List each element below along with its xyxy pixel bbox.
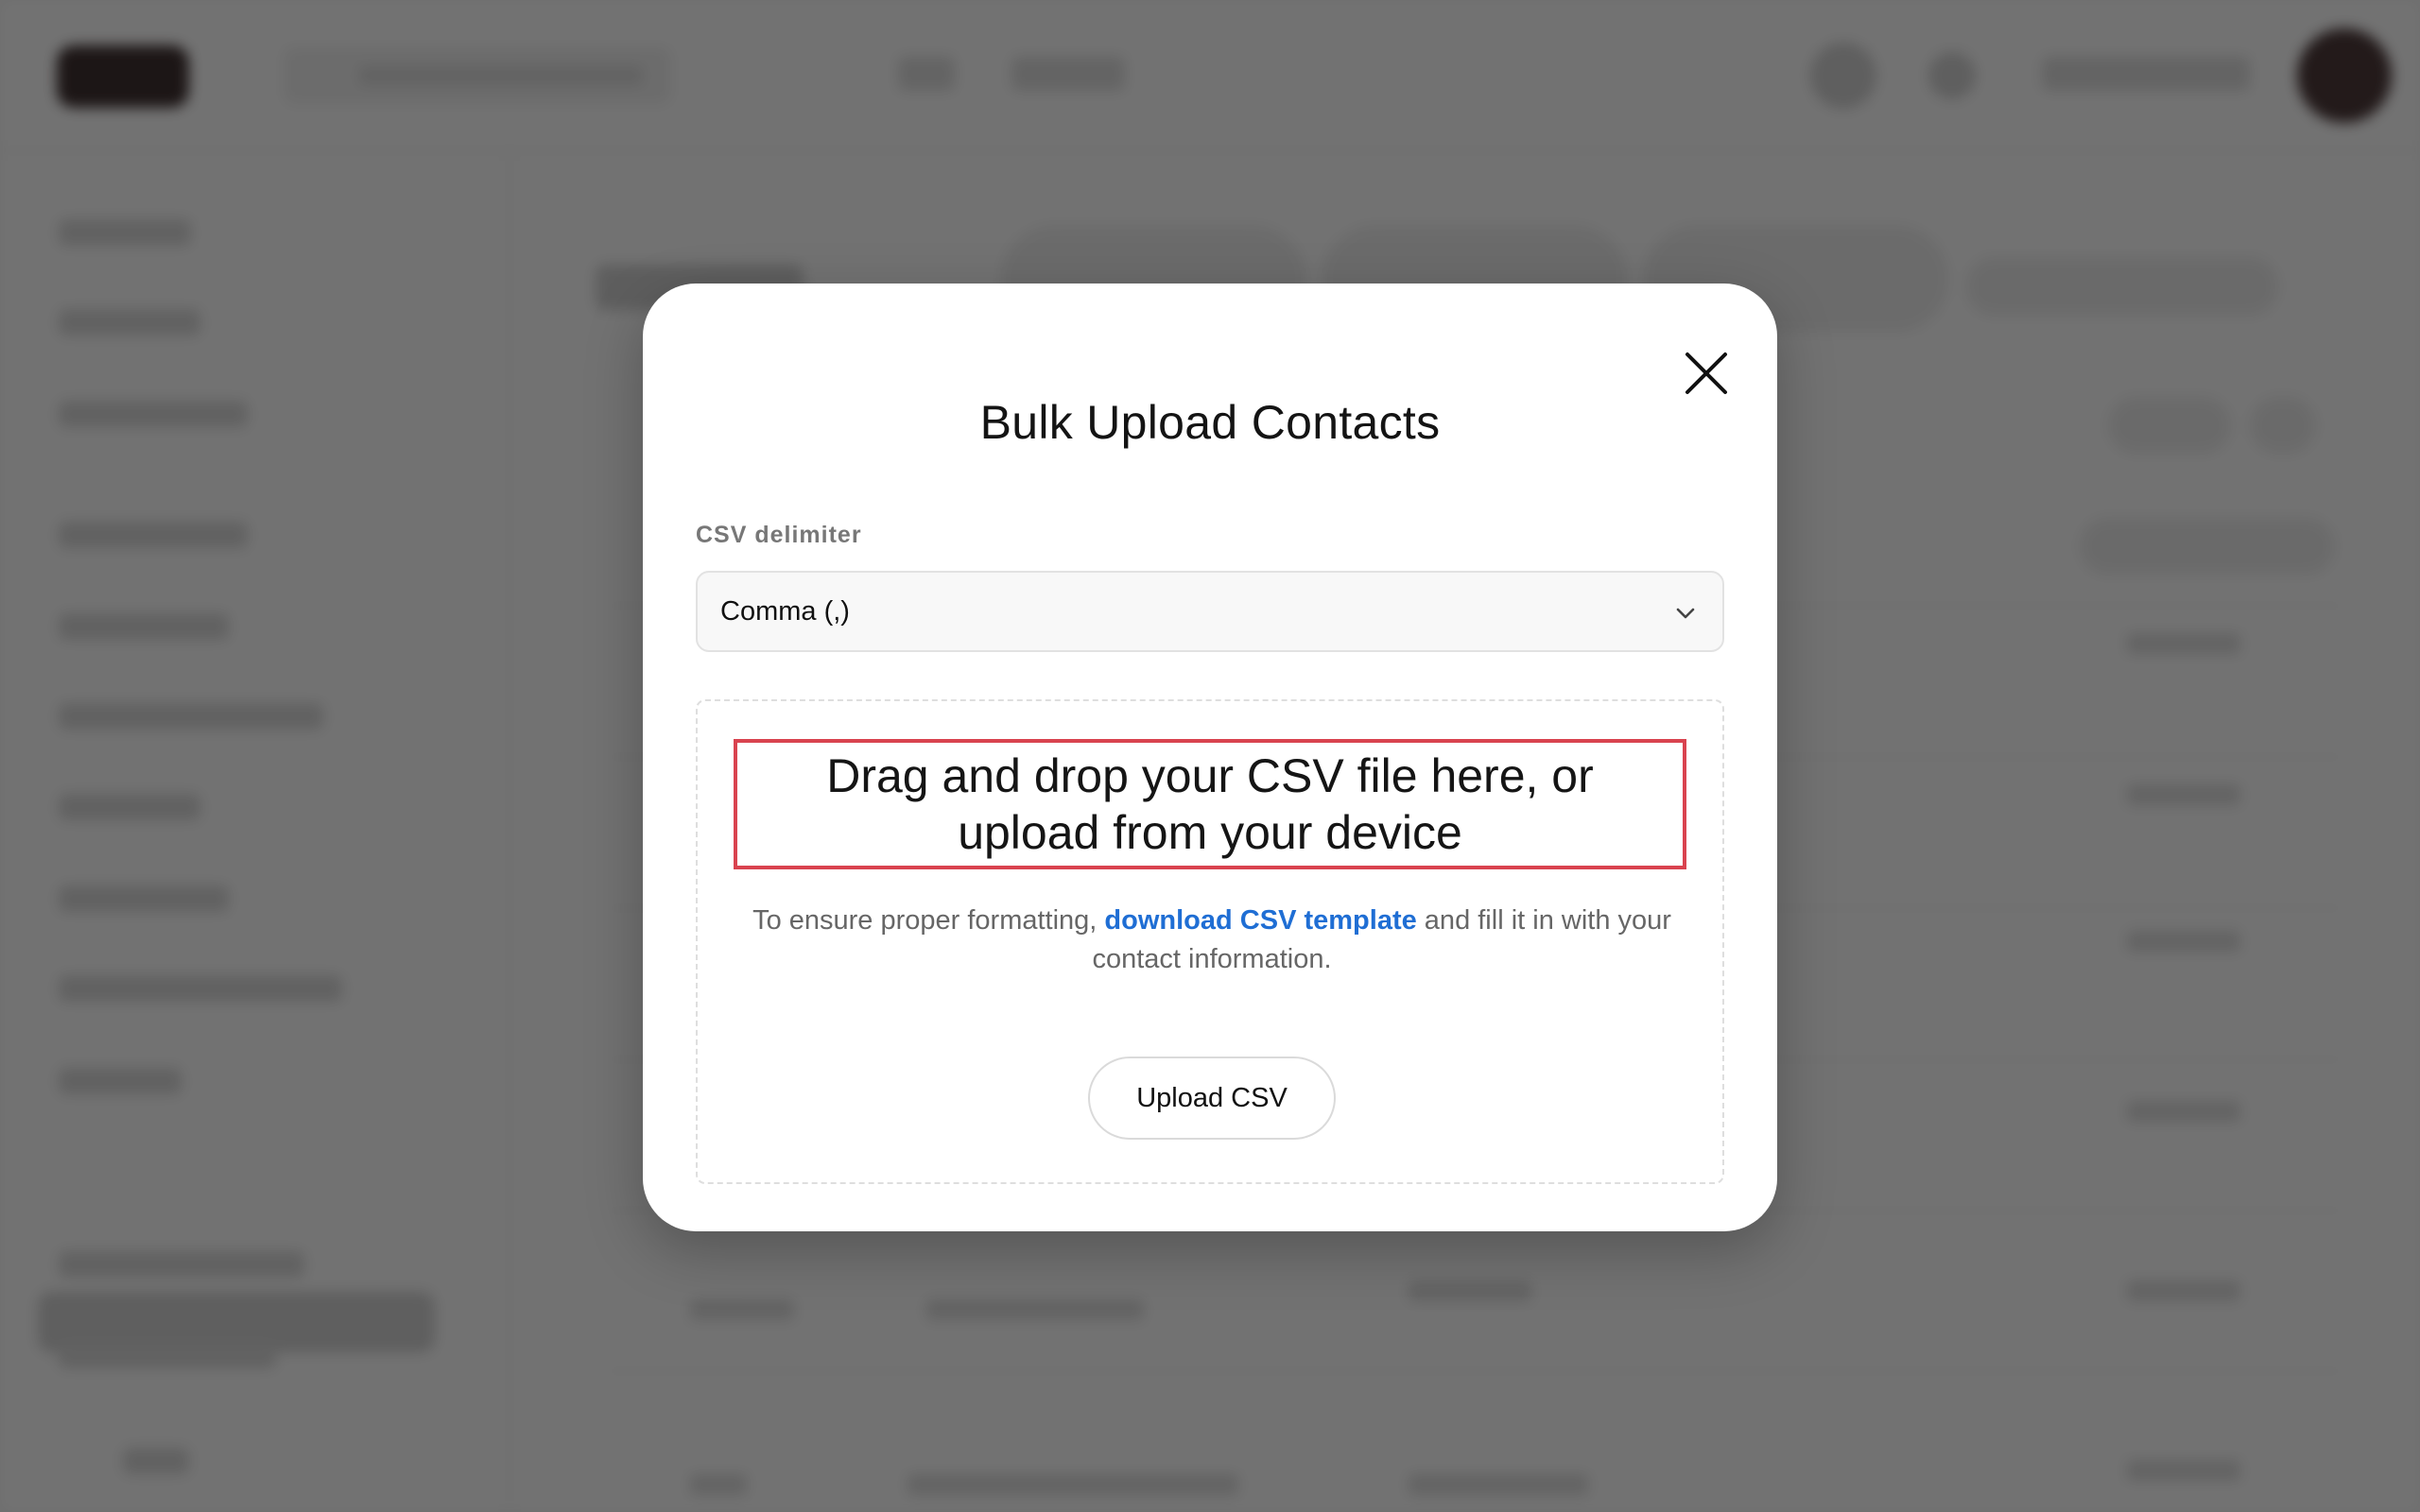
download-template-link[interactable]: download CSV template: [1104, 905, 1416, 936]
bulk-upload-modal: Bulk Upload Contacts CSV delimiter Comma…: [643, 284, 1777, 1231]
delimiter-selected-value: Comma (,): [720, 595, 850, 627]
chevron-down-icon: [1676, 608, 1695, 619]
dropzone-helper-text: To ensure proper formatting, download CS…: [735, 902, 1688, 979]
csv-dropzone[interactable]: Drag and drop your CSV file here, or upl…: [696, 699, 1724, 1184]
modal-title: Bulk Upload Contacts: [979, 396, 1441, 449]
close-icon: [1685, 352, 1727, 394]
upload-csv-button[interactable]: Upload CSV: [1088, 1057, 1336, 1140]
delimiter-select[interactable]: Comma (,): [696, 571, 1724, 652]
dropzone-title-highlight: Drag and drop your CSV file here, or upl…: [734, 739, 1686, 869]
delimiter-label: CSV delimiter: [696, 522, 862, 548]
dropzone-title: Drag and drop your CSV file here, or upl…: [826, 749, 1594, 859]
helper-text-prefix: To ensure proper formatting,: [752, 905, 1105, 936]
